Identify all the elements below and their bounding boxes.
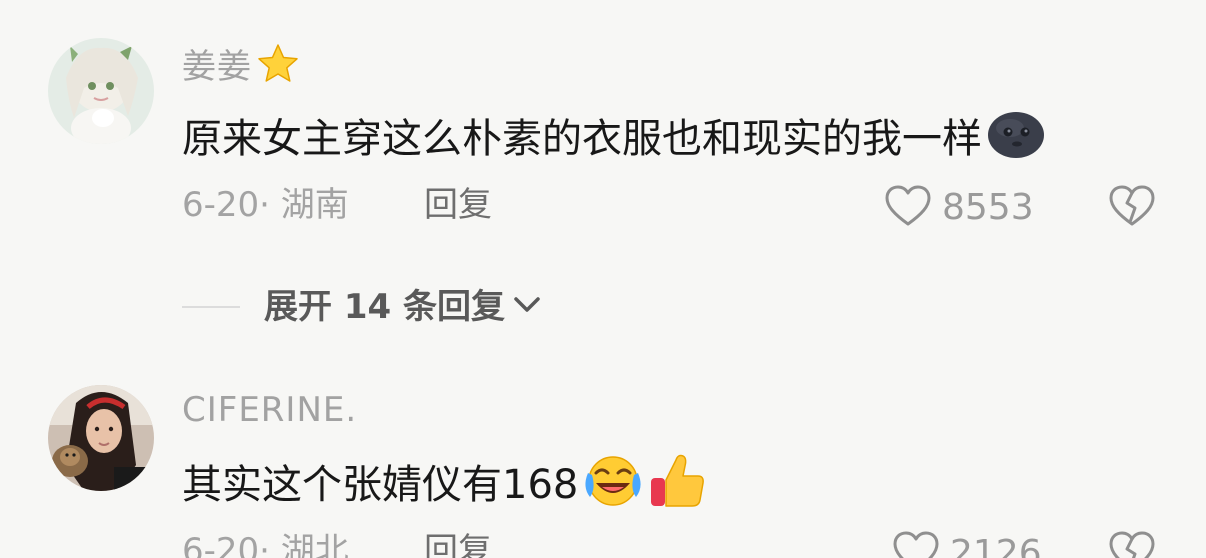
avatar[interactable]: [48, 385, 154, 491]
comment-list: 姜姜 原来女主穿这么朴素的衣服也和现实的我一样 6-20· 湖南 回复 8553…: [0, 0, 1206, 558]
username[interactable]: CIFERINE.: [182, 393, 357, 427]
avatar-image: [48, 385, 154, 491]
chevron-down-icon: [513, 295, 541, 319]
comment-date: 6-20: [182, 531, 260, 558]
username-text: 姜姜: [182, 47, 252, 87]
avatar-image: [48, 38, 154, 144]
username-text: CIFERINE.: [182, 390, 358, 430]
comment-meta: 6-20· 湖南: [182, 188, 349, 222]
like-count: 8553: [942, 187, 1034, 228]
comment-body: 原来女主穿这么朴素的衣服也和现实的我一样: [182, 115, 982, 162]
dark-moon-face-emoji: [986, 110, 1046, 167]
dislike-button[interactable]: [1108, 184, 1156, 232]
expand-replies-label: 展开 14 条回复: [264, 287, 505, 327]
dislike-button[interactable]: [1108, 530, 1156, 558]
comment-meta: 6-20· 湖北: [182, 534, 349, 558]
comment-text: 其实这个张婧仪有168: [182, 452, 706, 517]
reply-button[interactable]: 回复: [424, 534, 492, 558]
like-button[interactable]: 8553: [884, 184, 1034, 232]
broken-heart-icon: [1108, 185, 1156, 232]
comment-text: 原来女主穿这么朴素的衣服也和现实的我一样: [182, 110, 1046, 167]
comment-body: 其实这个张婧仪有168: [182, 461, 579, 508]
thumbs-up-emoji: [648, 452, 706, 517]
expand-replies-button[interactable]: 展开 14 条回复: [182, 290, 541, 324]
laughing-crying-emoji: [582, 453, 644, 516]
divider-line: [182, 306, 240, 308]
avatar[interactable]: [48, 38, 154, 144]
meta-separator: ·: [259, 531, 270, 558]
username[interactable]: 姜姜: [182, 42, 300, 92]
like-button[interactable]: 2126: [892, 530, 1042, 558]
star-icon: [256, 42, 300, 92]
reply-button[interactable]: 回复: [424, 188, 492, 222]
heart-icon: [892, 530, 940, 558]
meta-separator: ·: [259, 185, 270, 225]
comment-location: 湖北: [280, 531, 349, 558]
like-count: 2126: [950, 533, 1042, 558]
heart-icon: [884, 184, 932, 232]
comment-date: 6-20: [182, 185, 260, 225]
comment-location: 湖南: [280, 185, 349, 225]
